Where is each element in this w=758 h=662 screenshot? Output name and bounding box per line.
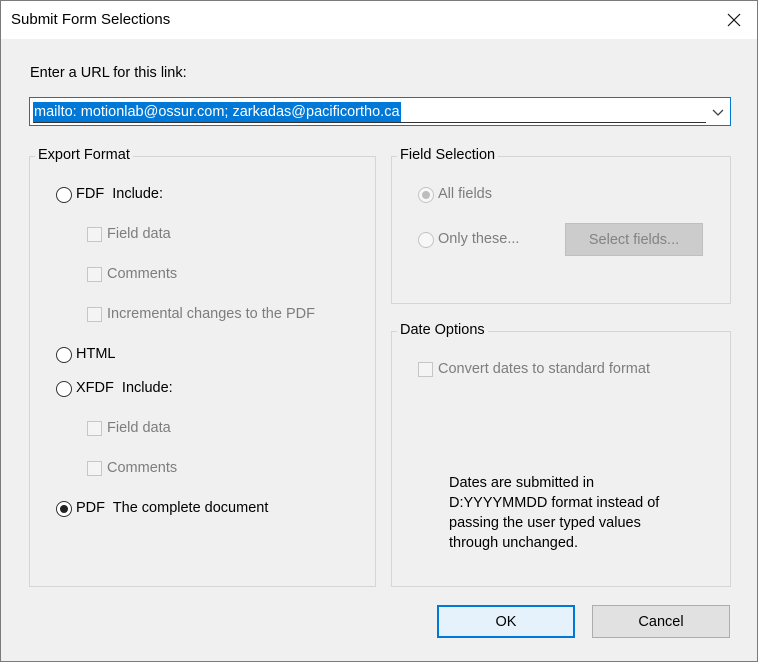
url-combobox[interactable]: mailto: motionlab@ossur.com; zarkadas@pa… [29, 97, 731, 126]
pdf-radio-label[interactable]: PDF The complete document [76, 500, 268, 516]
only-these-label[interactable]: Only these... [438, 231, 519, 247]
close-icon [727, 13, 741, 27]
html-radio[interactable] [56, 347, 72, 363]
xfdf-radio-label[interactable]: XFDF Include: [76, 380, 173, 396]
ok-button[interactable]: OK [437, 605, 575, 638]
select-fields-button[interactable]: Select fields... [565, 223, 703, 256]
close-button[interactable] [711, 1, 757, 39]
window-title: Submit Form Selections [11, 11, 171, 28]
pdf-radio-selected-dot [60, 505, 68, 513]
date-note-line: passing the user typed values [449, 515, 641, 531]
field-selection-legend: Field Selection [397, 147, 499, 163]
fdf-incremental-checkbox[interactable] [87, 307, 102, 322]
submit-form-dialog: Submit Form Selections Enter a URL for t… [0, 0, 758, 662]
fdf-radio-label[interactable]: FDF Include: [76, 186, 163, 202]
fdf-field-data-checkbox[interactable] [87, 227, 102, 242]
url-input-underline [33, 122, 706, 123]
date-options-legend: Date Options [397, 322, 488, 338]
all-fields-label[interactable]: All fields [438, 186, 492, 202]
fdf-incremental-label[interactable]: Incremental changes to the PDF [107, 306, 315, 322]
date-note-line: D:YYYYMMDD format instead of [449, 495, 660, 511]
only-these-radio[interactable] [418, 232, 434, 248]
export-format-group [29, 156, 376, 587]
date-note-line: through unchanged. [449, 535, 578, 551]
xfdf-field-data-label[interactable]: Field data [107, 420, 171, 436]
date-note-line: Dates are submitted in [449, 475, 595, 491]
fdf-comments-label[interactable]: Comments [107, 266, 177, 282]
export-format-legend: Export Format [35, 147, 133, 163]
xfdf-field-data-checkbox[interactable] [87, 421, 102, 436]
url-input[interactable]: mailto: motionlab@ossur.com; zarkadas@pa… [33, 102, 401, 122]
html-radio-label[interactable]: HTML [76, 346, 115, 362]
url-label: Enter a URL for this link: [30, 65, 187, 81]
fdf-radio[interactable] [56, 187, 72, 203]
xfdf-comments-label[interactable]: Comments [107, 460, 177, 476]
all-fields-selected-dot [422, 191, 430, 199]
all-fields-radio[interactable] [418, 187, 434, 203]
cancel-button[interactable]: Cancel [592, 605, 730, 638]
fdf-field-data-label[interactable]: Field data [107, 226, 171, 242]
title-bar: Submit Form Selections [1, 1, 757, 39]
convert-dates-label[interactable]: Convert dates to standard format [438, 361, 650, 377]
fdf-comments-checkbox[interactable] [87, 267, 102, 282]
convert-dates-checkbox[interactable] [418, 362, 433, 377]
chevron-down-icon[interactable] [710, 104, 726, 120]
pdf-radio[interactable] [56, 501, 72, 517]
date-options-note: Dates are submitted in D:YYYYMMDD format… [449, 473, 659, 553]
xfdf-comments-checkbox[interactable] [87, 461, 102, 476]
xfdf-radio[interactable] [56, 381, 72, 397]
